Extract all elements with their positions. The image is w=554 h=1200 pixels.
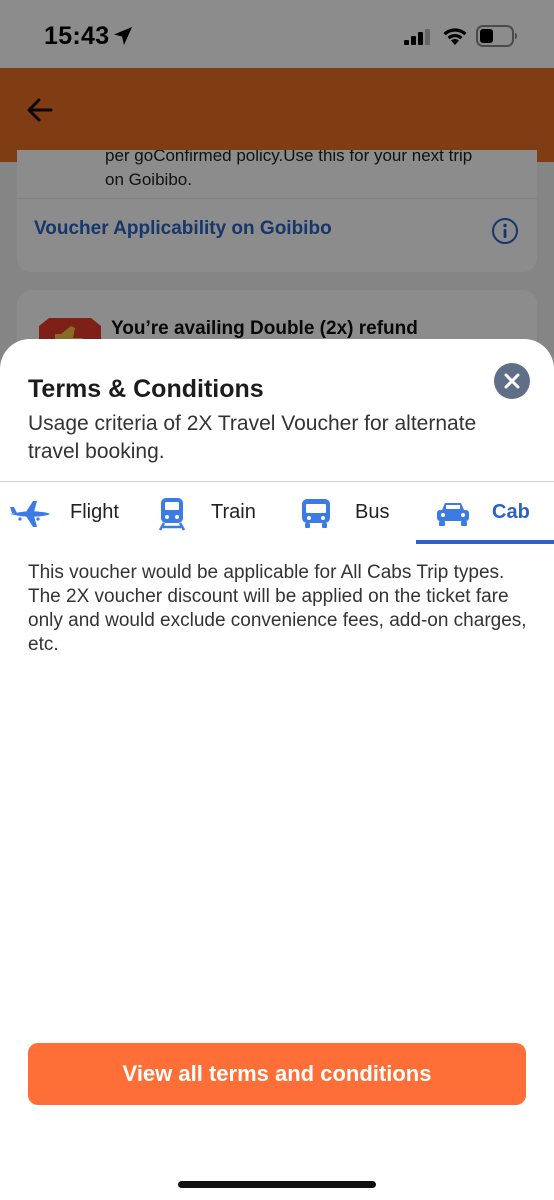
active-tab-indicator [416,540,554,544]
tab-train-label: Train [211,501,256,523]
terms-bottom-sheet: Terms & Conditions Usage criteria of 2X … [0,339,554,1200]
tab-flight[interactable]: Flight [0,485,140,543]
tab-cab[interactable]: Cab [416,485,554,543]
close-button[interactable] [494,363,530,399]
view-all-terms-button[interactable]: View all terms and conditions [28,1043,526,1105]
sheet-subtitle: Usage criteria of 2X Travel Voucher for … [28,412,477,463]
tab-bus[interactable]: Bus [280,485,416,543]
bus-icon [302,499,330,528]
home-indicator[interactable] [178,1181,376,1188]
terms-body-text: This voucher would be applicable for All… [28,562,527,655]
tab-flight-label: Flight [70,501,119,523]
plane-icon [10,501,50,527]
tab-train[interactable]: Train [140,485,280,543]
tab-cab-label: Cab [492,501,530,523]
train-icon [158,498,186,531]
sheet-divider [0,481,554,482]
car-icon [437,503,469,526]
sheet-title: Terms & Conditions [28,375,264,403]
close-icon [504,373,520,389]
tab-bus-label: Bus [355,501,390,523]
